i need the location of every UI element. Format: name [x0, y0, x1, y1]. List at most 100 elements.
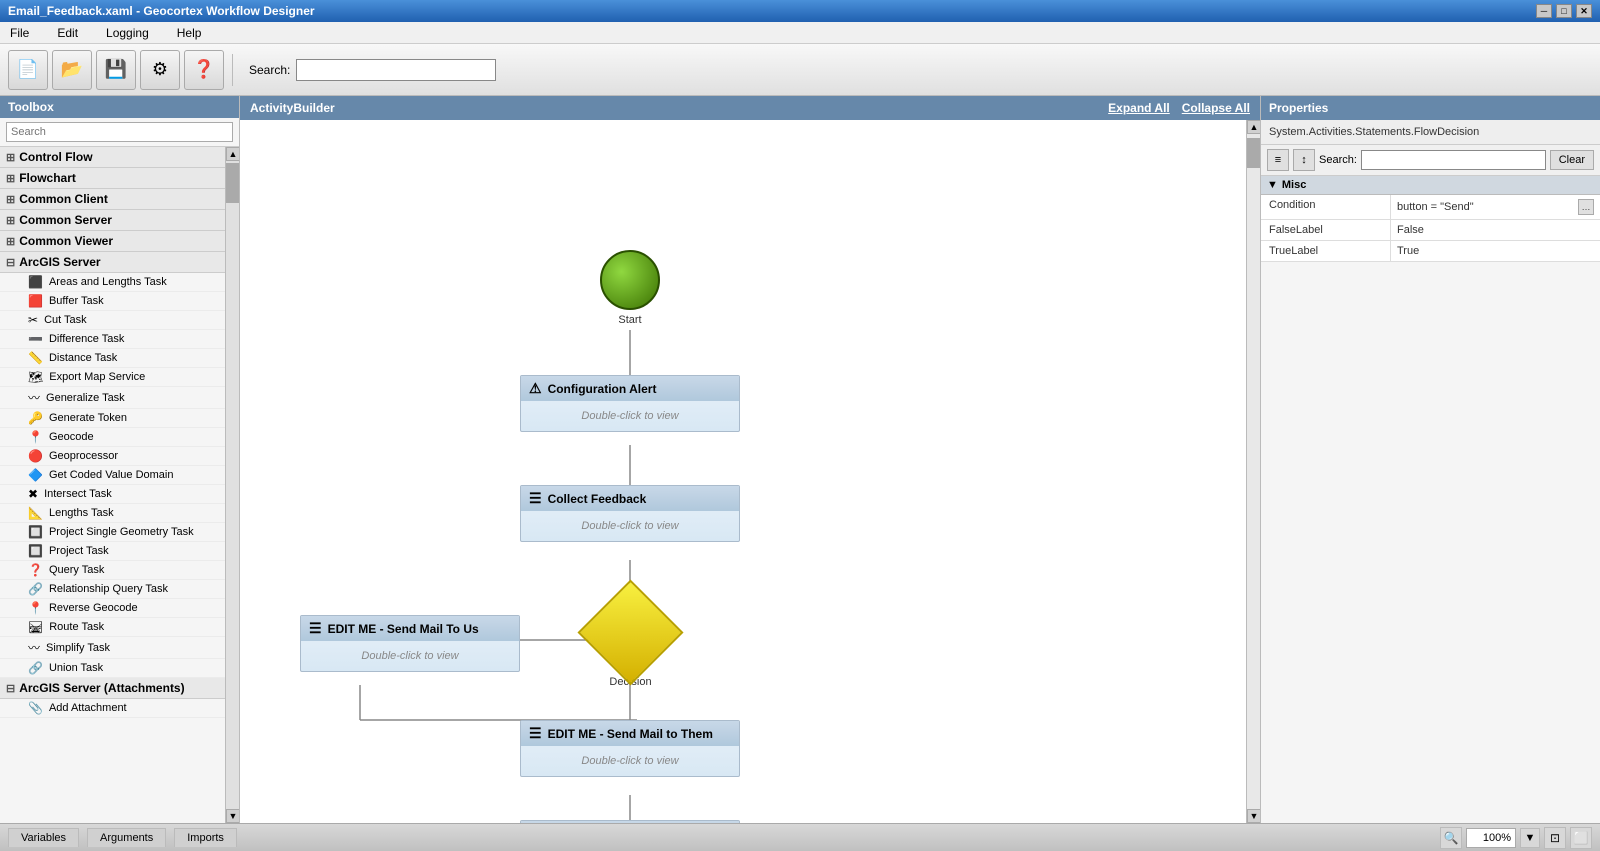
prop-true-label-value: True [1391, 241, 1600, 261]
canvas-area: ActivityBuilder Expand All Collapse All [240, 96, 1260, 823]
toolbox-search-input[interactable] [6, 122, 233, 142]
scroll-up-button[interactable]: ▲ [226, 147, 239, 161]
collect-feedback-node[interactable]: ☰ Collect Feedback Double-click to view [520, 485, 740, 542]
toolbox-title: Toolbox [8, 100, 54, 114]
project-single-icon: 🔲 [28, 525, 43, 539]
toolbox-item-export-map[interactable]: 🗺 Export Map Service [0, 368, 225, 387]
minimize-button[interactable]: ─ [1536, 4, 1552, 18]
toolbox-item-generalize[interactable]: 〰 Generalize Task [0, 387, 225, 409]
toolbox-item-distance[interactable]: 📏 Distance Task [0, 349, 225, 368]
collect-feedback-title: Collect Feedback [548, 492, 647, 506]
send-mail-us-icon: ☰ [309, 620, 322, 637]
union-icon: 🔗 [28, 661, 43, 675]
canvas-scroll-down[interactable]: ▼ [1247, 809, 1260, 823]
zoom-dropdown-button[interactable]: ▼ [1520, 828, 1540, 848]
item-label: Export Map Service [49, 371, 145, 383]
send-mail-them-node[interactable]: ☰ EDIT ME - Send Mail to Them Double-cli… [520, 720, 740, 777]
simplify-icon: 〰 [28, 639, 40, 656]
toolbox-item-project[interactable]: 🔲 Project Task [0, 542, 225, 561]
toolbox-group-control-flow[interactable]: ⊞ Control Flow [0, 147, 225, 168]
expand-icon: ⊟ [6, 682, 15, 695]
prop-clear-button[interactable]: Clear [1550, 150, 1594, 170]
title-bar-controls: ─ □ ✕ [1536, 4, 1592, 18]
fit-page-button[interactable]: ⊡ [1544, 827, 1566, 849]
toolbox-item-project-single[interactable]: 🔲 Project Single Geometry Task [0, 523, 225, 542]
send-mail-us-node[interactable]: ☰ EDIT ME - Send Mail To Us Double-click… [300, 615, 520, 672]
toolbox-item-areas-lengths[interactable]: ⬛ Areas and Lengths Task [0, 273, 225, 292]
toolbox-item-route[interactable]: 🛤 Route Task [0, 618, 225, 637]
workflow-svg [240, 120, 1260, 823]
prop-tool-btn-2[interactable]: ↕ [1293, 149, 1315, 171]
toolbox-item-difference[interactable]: ➖ Difference Task [0, 330, 225, 349]
zoom-controls: 🔍 ▼ ⊡ ⬜ [1440, 827, 1592, 849]
group-label: Common Client [19, 192, 108, 206]
scroll-down-button[interactable]: ▼ [226, 809, 239, 823]
maximize-button[interactable]: □ [1556, 4, 1572, 18]
toolbox-group-arcgis-attachments[interactable]: ⊟ ArcGIS Server (Attachments) [0, 678, 225, 699]
open-button[interactable]: 📂 [52, 50, 92, 90]
imports-tab[interactable]: Imports [174, 828, 237, 847]
toolbox-item-reverse-geocode[interactable]: 📍 Reverse Geocode [0, 599, 225, 618]
zoom-search-button[interactable]: 🔍 [1440, 827, 1462, 849]
toolbox-item-geocode[interactable]: 📍 Geocode [0, 428, 225, 447]
toolbox-item-add-attachment[interactable]: 📎 Add Attachment [0, 699, 225, 718]
toolbox-item-intersect[interactable]: ✖ Intersect Task [0, 485, 225, 504]
canvas-scroll-thumb[interactable] [1247, 138, 1260, 168]
configuration-alert-node[interactable]: ⚠ Configuration Alert Double-click to vi… [520, 375, 740, 432]
zoom-input[interactable] [1466, 828, 1516, 848]
canvas-scrollbar[interactable]: ▲ ▼ [1246, 120, 1260, 823]
toolbox-group-arcgis-server[interactable]: ⊟ ArcGIS Server [0, 252, 225, 273]
settings-button[interactable]: ⚙ [140, 50, 180, 90]
item-label: Intersect Task [44, 488, 112, 500]
fit-width-button[interactable]: ⬜ [1570, 827, 1592, 849]
send-mail-us-title: EDIT ME - Send Mail To Us [328, 622, 479, 636]
expand-icon: ⊞ [6, 172, 15, 185]
prop-tool-btn-1[interactable]: ≡ [1267, 149, 1289, 171]
send-mail-them-title: EDIT ME - Send Mail to Them [548, 727, 713, 741]
buffer-icon: 🟥 [28, 294, 43, 308]
toolbox-group-common-client[interactable]: ⊞ Common Client [0, 189, 225, 210]
prop-condition-edit-button[interactable]: … [1578, 199, 1594, 215]
toolbox-group-flowchart[interactable]: ⊞ Flowchart [0, 168, 225, 189]
toolbox-group-common-viewer[interactable]: ⊞ Common Viewer [0, 231, 225, 252]
variables-tab[interactable]: Variables [8, 828, 79, 847]
arguments-tab[interactable]: Arguments [87, 828, 166, 847]
toolbox-header: Toolbox [0, 96, 239, 118]
menu-file[interactable]: File [4, 24, 35, 42]
help-button[interactable]: ❓ [184, 50, 224, 90]
toolbox-item-generate-token[interactable]: 🔑 Generate Token [0, 409, 225, 428]
toolbox-item-cut[interactable]: ✂ Cut Task [0, 311, 225, 330]
group-label: ArcGIS Server [19, 255, 100, 269]
decision-node[interactable]: Decision [593, 595, 668, 688]
toolbox-item-lengths[interactable]: 📐 Lengths Task [0, 504, 225, 523]
prop-condition-value: button = "Send" … [1391, 195, 1600, 219]
toolbox-scrollbar[interactable]: ▲ ▼ [225, 147, 239, 823]
close-button[interactable]: ✕ [1576, 4, 1592, 18]
start-node[interactable]: Start [600, 250, 660, 326]
menu-logging[interactable]: Logging [100, 24, 155, 42]
new-button[interactable]: 📄 [8, 50, 48, 90]
config-alert-icon: ⚠ [529, 380, 542, 397]
group-label: Control Flow [19, 150, 92, 164]
canvas-scroll-up[interactable]: ▲ [1247, 120, 1260, 134]
toolbox-item-simplify[interactable]: 〰 Simplify Task [0, 637, 225, 659]
toolbox-item-buffer[interactable]: 🟥 Buffer Task [0, 292, 225, 311]
save-button[interactable]: 💾 [96, 50, 136, 90]
toolbox-item-relationship[interactable]: 🔗 Relationship Query Task [0, 580, 225, 599]
toolbox-item-union[interactable]: 🔗 Union Task [0, 659, 225, 678]
toolbox-group-common-server[interactable]: ⊞ Common Server [0, 210, 225, 231]
send-mail-us-body: Double-click to view [301, 641, 519, 671]
expand-all-button[interactable]: Expand All [1108, 101, 1170, 115]
search-input[interactable] [296, 59, 496, 81]
canvas-header: ActivityBuilder Expand All Collapse All [240, 96, 1260, 120]
toolbox-item-get-coded[interactable]: 🔷 Get Coded Value Domain [0, 466, 225, 485]
collapse-all-button[interactable]: Collapse All [1182, 101, 1250, 115]
coded-icon: 🔷 [28, 468, 43, 482]
scroll-thumb[interactable] [226, 163, 239, 203]
menu-edit[interactable]: Edit [51, 24, 84, 42]
thank-you-node[interactable]: ☰ Thank You! Double-click to view [520, 820, 740, 823]
prop-search-input[interactable] [1361, 150, 1546, 170]
menu-help[interactable]: Help [171, 24, 208, 42]
toolbox-item-query[interactable]: ❓ Query Task [0, 561, 225, 580]
toolbox-item-geoprocessor[interactable]: 🔴 Geoprocessor [0, 447, 225, 466]
